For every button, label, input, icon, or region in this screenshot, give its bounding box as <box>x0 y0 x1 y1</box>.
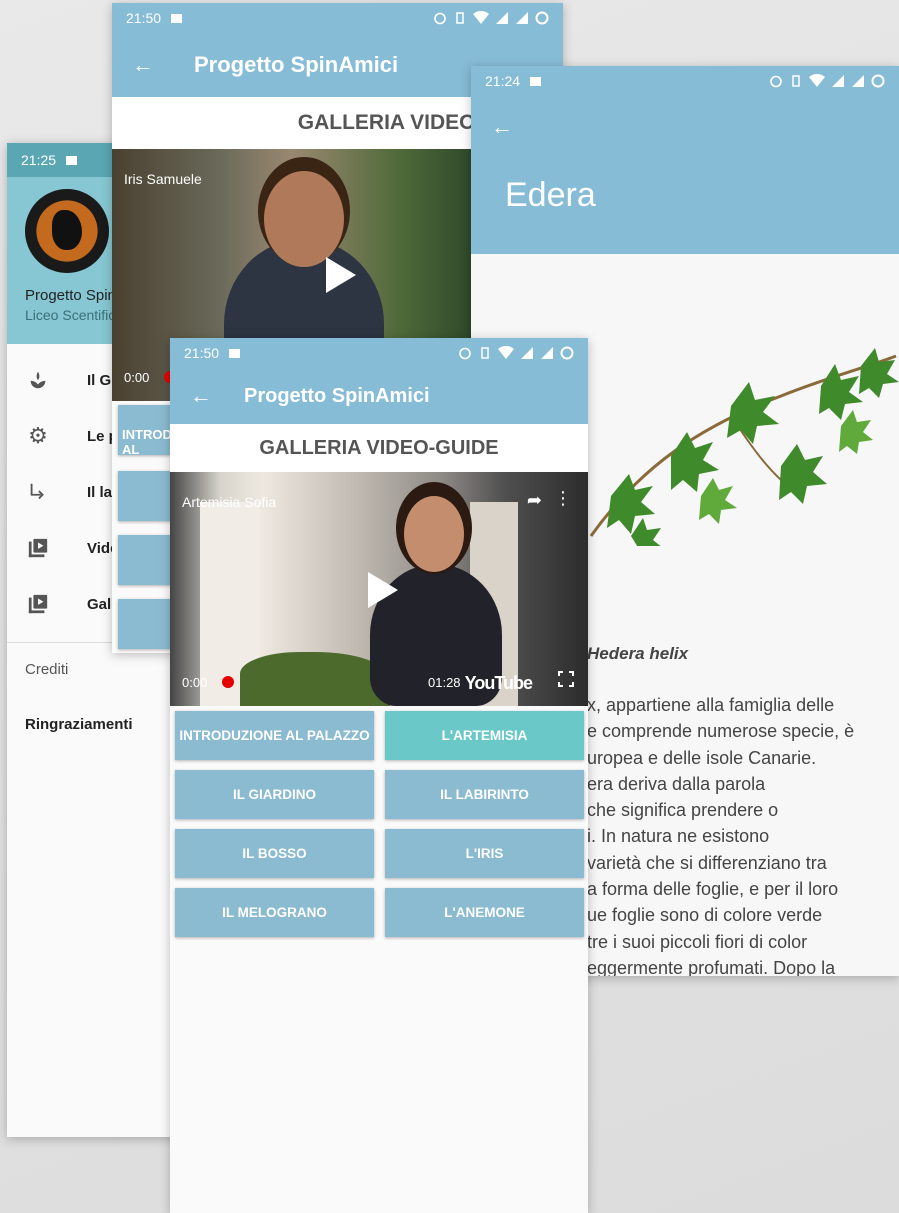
gallery-title: GALLERIA VIDEO-GUIDE <box>170 424 588 472</box>
status-time: 21:50 <box>126 10 162 26</box>
app-bar: ← Progetto SpinAmici <box>170 368 588 424</box>
video-button-artemisia[interactable]: L'ARTEMISIA <box>385 711 584 760</box>
video-button-labirinto[interactable]: IL LABIRINTO <box>385 770 584 819</box>
video-button-anemone[interactable]: L'ANEMONE <box>385 888 584 937</box>
status-icons <box>433 11 549 25</box>
video-button-grid: INTRODUZIONE AL PALAZZO L'ARTEMISIA IL G… <box>170 706 588 937</box>
status-time: 21:50 <box>184 345 220 361</box>
status-bar: 21:24 <box>471 66 899 96</box>
vibrate-icon <box>789 74 803 88</box>
video-button[interactable] <box>118 535 174 585</box>
signal-icon <box>515 11 529 25</box>
signal-icon <box>520 346 534 360</box>
edera-latin-name: Hedera helix <box>587 644 689 663</box>
back-arrow-icon[interactable]: ← <box>132 52 154 78</box>
battery-circle-icon <box>560 346 574 360</box>
video-button-iris[interactable]: L'IRIS <box>385 829 584 878</box>
status-bar: 21:50 <box>170 338 588 368</box>
video-button-giardino[interactable]: IL GIARDINO <box>175 770 374 819</box>
edera-description: x, appartiene alla famiglia delle e comp… <box>587 695 855 976</box>
app-bar: ← Edera <box>471 96 899 254</box>
person-head <box>404 496 464 572</box>
play-icon[interactable] <box>326 257 356 293</box>
ivy-image <box>589 348 899 546</box>
alarm-icon <box>458 346 472 360</box>
video-button[interactable] <box>118 471 174 521</box>
wifi-icon <box>498 346 514 360</box>
app-title: Progetto SpinAmici <box>244 384 430 407</box>
image-notification-icon <box>530 76 542 86</box>
battery-circle-icon <box>871 74 885 88</box>
youtube-logo[interactable]: YouTube <box>465 673 533 694</box>
vibrate-icon <box>478 346 492 360</box>
app-title: Progetto SpinAmici <box>194 52 399 77</box>
status-icons <box>458 346 574 360</box>
alarm-icon <box>433 11 447 25</box>
video-button-melograno[interactable]: IL MELOGRANO <box>175 888 374 937</box>
signal-icon <box>495 11 509 25</box>
person-head <box>264 171 344 267</box>
arrow-turn-icon <box>25 479 51 505</box>
video-button-introduzione[interactable]: INTRODUZIONE AL PALAZZO <box>118 405 174 455</box>
vibrate-icon <box>453 11 467 25</box>
wifi-icon <box>809 74 825 88</box>
video-current-time: 0:00 <box>124 370 150 385</box>
more-vert-icon[interactable]: ⋮ <box>554 488 572 509</box>
signal-icon <box>540 346 554 360</box>
status-bar: 21:50 <box>112 3 563 33</box>
gallery-front-screen: 21:50 ← Progetto SpinAmici GALLERIA VIDE… <box>170 338 588 1213</box>
signal-icon <box>831 74 845 88</box>
video-button-introduzione[interactable]: INTRODUZIONE AL PALAZZO <box>175 711 374 760</box>
video-duration: 01:28 <box>428 675 461 690</box>
back-arrow-icon[interactable]: ← <box>491 114 513 140</box>
progress-dot[interactable] <box>222 676 234 688</box>
wifi-icon <box>473 11 489 25</box>
page-title: Edera <box>505 176 596 214</box>
gear-icon: ⚙ <box>28 423 48 448</box>
video-names: Iris Samuele <box>124 171 202 187</box>
fullscreen-icon[interactable] <box>558 671 574 692</box>
video-button-bosso[interactable]: IL BOSSO <box>175 829 374 878</box>
back-arrow-icon[interactable]: ← <box>190 383 212 409</box>
video-names: Artemisia Sofia <box>182 494 277 510</box>
status-time: 21:24 <box>485 73 521 89</box>
app-logo <box>25 189 109 273</box>
status-time: 21:25 <box>21 152 57 168</box>
plant-icon <box>25 367 51 393</box>
image-notification-icon <box>171 13 183 23</box>
video-player[interactable]: Artemisia Sofia ➦ ⋮ 0:00 01:28 YouTube <box>170 472 588 706</box>
battery-circle-icon <box>535 11 549 25</box>
grass <box>240 652 390 706</box>
video-library-icon <box>25 591 51 617</box>
image-notification-icon <box>229 348 241 358</box>
share-icon[interactable]: ➦ <box>527 490 542 511</box>
video-button[interactable] <box>118 599 174 649</box>
alarm-icon <box>769 74 783 88</box>
signal-icon <box>851 74 865 88</box>
image-notification-icon <box>66 155 78 165</box>
status-icons <box>769 74 885 88</box>
play-icon[interactable] <box>368 572 398 608</box>
video-current-time: 0:00 <box>182 675 208 690</box>
video-library-icon <box>25 535 51 561</box>
